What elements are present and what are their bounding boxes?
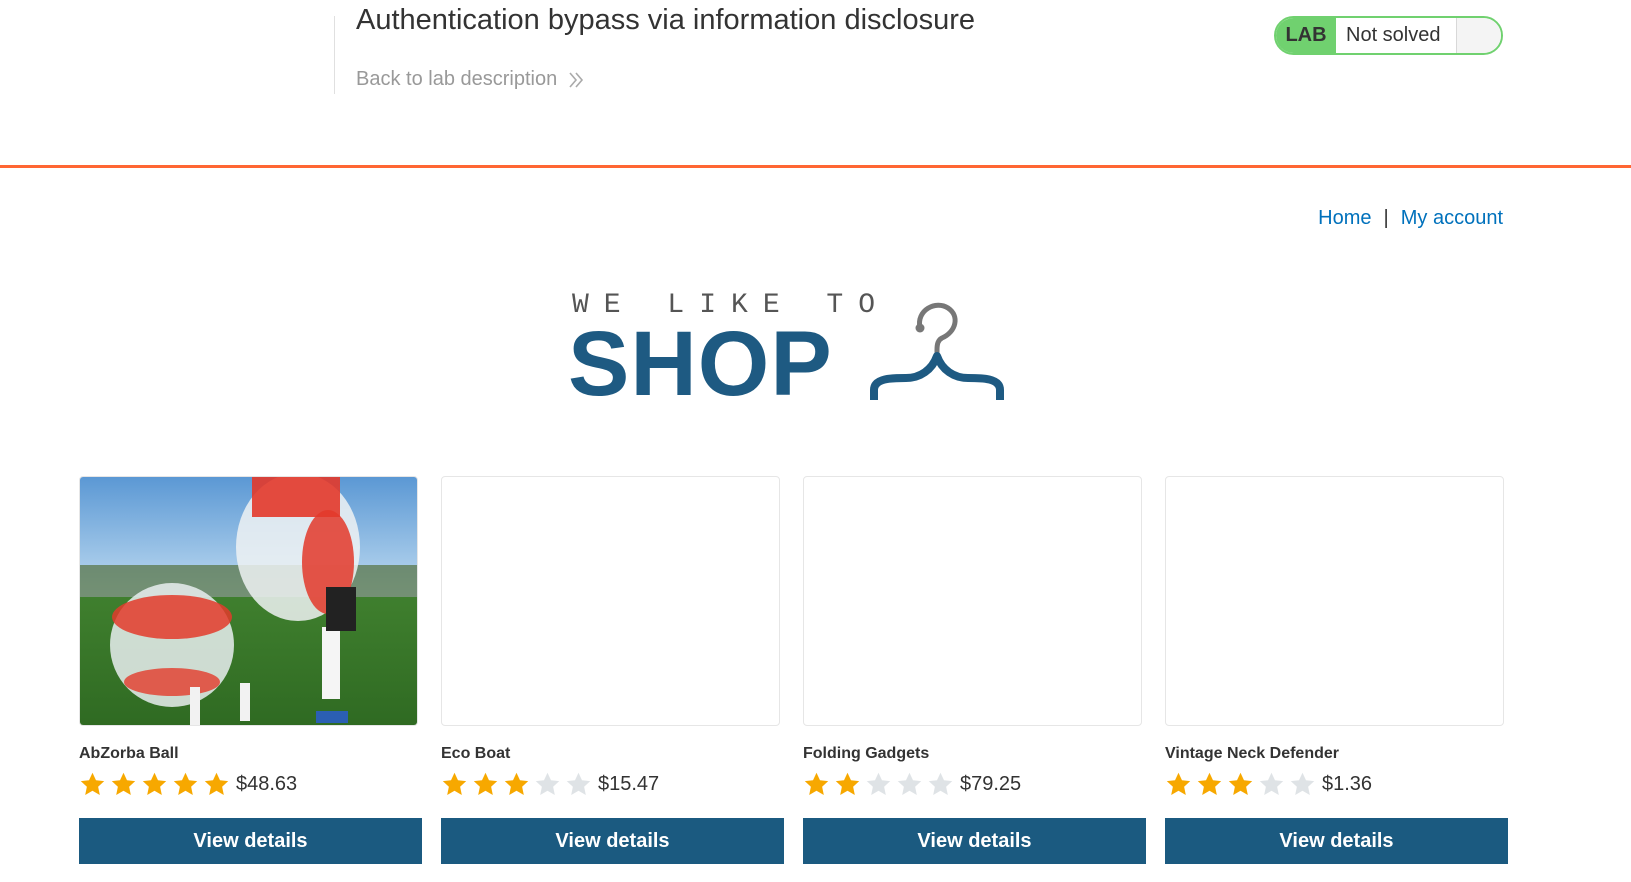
product-photo [80, 477, 417, 725]
product-card: Eco Boat $15.47 View details [441, 476, 784, 864]
lab-header: Authentication bypass via information di… [0, 0, 1631, 168]
home-link[interactable]: Home [1318, 207, 1371, 230]
star-filled-icon [80, 772, 105, 795]
star-filled-icon [1228, 772, 1253, 795]
product-image [803, 476, 1142, 726]
top-nav: Home | My account [1318, 207, 1503, 230]
product-price: $15.47 [598, 773, 660, 795]
star-filled-icon [204, 772, 229, 795]
star-filled-icon [142, 772, 167, 795]
product-name: Vintage Neck Defender [1165, 745, 1339, 762]
product-rating: $1.36 [1165, 771, 1372, 798]
product-name: Eco Boat [441, 745, 511, 762]
star-empty-icon [1290, 772, 1315, 795]
product-image [79, 476, 418, 726]
star-empty-icon [566, 772, 591, 795]
product-card: Folding Gadgets $79.25 View details [803, 476, 1146, 864]
star-filled-icon [442, 772, 467, 795]
star-filled-icon [173, 772, 198, 795]
product-rating: $15.47 [441, 771, 659, 798]
my-account-link[interactable]: My account [1401, 207, 1503, 230]
back-to-lab-link[interactable]: Back to lab description [356, 68, 585, 91]
star-filled-icon [1197, 772, 1222, 795]
shop-logo: WE LIKE TO SHOP [568, 290, 1012, 420]
star-filled-icon [504, 772, 529, 795]
product-rating: $48.63 [79, 771, 297, 798]
product-rating: $79.25 [803, 771, 1021, 798]
product-price: $48.63 [236, 773, 298, 795]
product-name: AbZorba Ball [79, 745, 179, 762]
view-details-button[interactable]: View details [803, 818, 1146, 864]
star-filled-icon [473, 772, 498, 795]
star-empty-icon [866, 772, 891, 795]
star-filled-icon [1166, 772, 1191, 795]
lab-status-indicator [1457, 18, 1501, 53]
product-price: $1.36 [1322, 773, 1373, 795]
star-empty-icon [1259, 772, 1284, 795]
star-empty-icon [897, 772, 922, 795]
lab-title: Authentication bypass via information di… [356, 4, 975, 36]
double-chevron-right-icon [569, 71, 584, 88]
product-name: Folding Gadgets [803, 745, 930, 762]
hanger-icon [870, 302, 1004, 400]
header-orange-rule [0, 165, 1631, 168]
star-filled-icon [111, 772, 136, 795]
product-price: $79.25 [960, 773, 1022, 795]
product-image [441, 476, 780, 726]
back-link-label: Back to lab description [356, 68, 558, 90]
view-details-button[interactable]: View details [1165, 818, 1508, 864]
product-card: Vintage Neck Defender $1.36 View details [1165, 476, 1508, 864]
lab-badge: LAB [1276, 18, 1336, 53]
lab-status-text: Not solved [1336, 18, 1457, 53]
view-details-button[interactable]: View details [441, 818, 784, 864]
logo-word: SHOP [568, 313, 833, 415]
product-card: AbZorba Ball $48.63 View details [79, 476, 422, 864]
view-details-button[interactable]: View details [79, 818, 422, 864]
nav-separator: | [1383, 207, 1389, 229]
star-filled-icon [804, 772, 829, 795]
product-image [1165, 476, 1504, 726]
lab-status-widget: LAB Not solved [1274, 16, 1503, 55]
star-empty-icon [928, 772, 953, 795]
header-divider [334, 16, 335, 94]
star-empty-icon [535, 772, 560, 795]
star-filled-icon [835, 772, 860, 795]
